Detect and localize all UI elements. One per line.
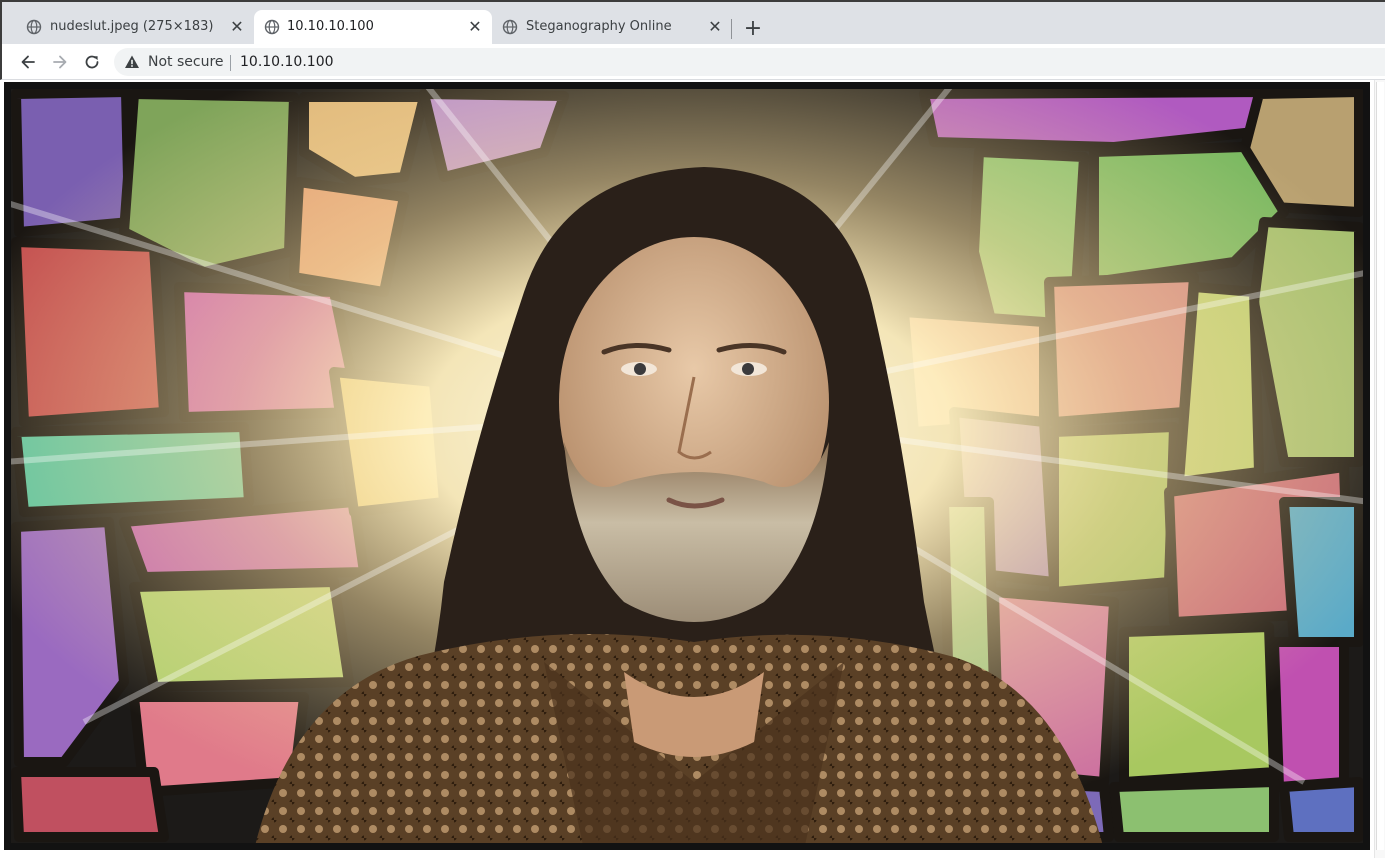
toolbar: Not secure 10.10.10.100 [0, 44, 1385, 80]
scrollbar-thumb[interactable] [1376, 82, 1384, 850]
warning-icon[interactable] [124, 54, 140, 70]
reload-icon [85, 55, 99, 69]
tab-nudeslut-image[interactable]: nudeslut.jpeg (275×183) ✕ [12, 10, 252, 44]
portrait-artwork [4, 82, 1370, 850]
tab-title: 10.10.10.100 [287, 19, 374, 34]
browser-window: nudeslut.jpeg (275×183) ✕ 10.10.10.100 ✕… [0, 0, 1385, 858]
tab-steganography-online[interactable]: Steganography Online ✕ [494, 10, 730, 44]
security-status-label[interactable]: Not secure [148, 54, 224, 70]
globe-icon [264, 19, 280, 35]
forward-button[interactable] [48, 50, 72, 74]
omnibox-divider [230, 55, 231, 71]
tab-title: nudeslut.jpeg (275×183) [50, 19, 214, 34]
globe-icon [26, 19, 42, 35]
tab-title: Steganography Online [526, 19, 672, 34]
reload-button[interactable] [80, 50, 104, 74]
address-bar[interactable]: Not secure 10.10.10.100 [114, 48, 1385, 76]
arrow-left-icon [21, 55, 35, 69]
tab-strip: nudeslut.jpeg (275×183) ✕ 10.10.10.100 ✕… [0, 0, 1385, 44]
tab-separator [731, 19, 732, 39]
stained-glass-portrait-image [4, 82, 1370, 850]
globe-icon [502, 19, 518, 35]
close-icon[interactable]: ✕ [706, 18, 724, 36]
new-tab-button[interactable]: + [742, 18, 764, 40]
arrow-right-icon [53, 55, 67, 69]
page-viewport [0, 80, 1385, 858]
close-icon[interactable]: ✕ [466, 18, 484, 36]
tab-current-page[interactable]: 10.10.10.100 ✕ [254, 10, 492, 44]
back-button[interactable] [16, 50, 40, 74]
close-icon[interactable]: ✕ [228, 18, 246, 36]
url-text[interactable]: 10.10.10.100 [240, 54, 334, 70]
